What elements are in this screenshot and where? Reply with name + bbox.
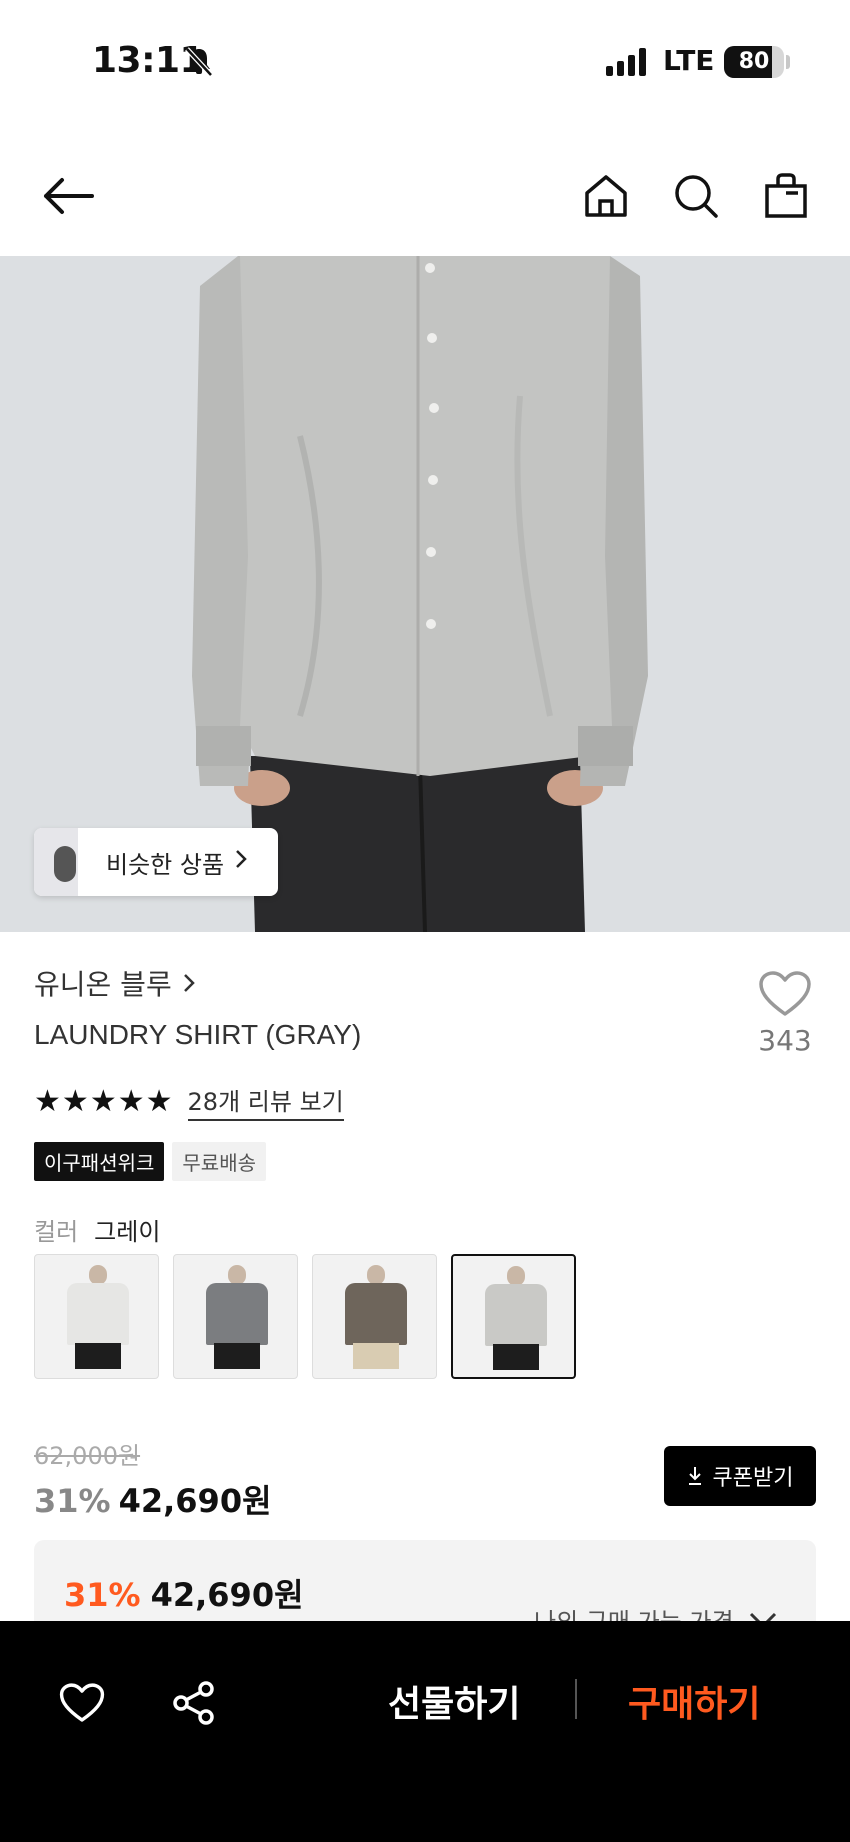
panel-price: 42,690원 — [150, 1576, 304, 1614]
heart-icon — [759, 971, 811, 1016]
network-type: LTE — [663, 44, 715, 77]
like-count: 343 — [758, 1024, 812, 1057]
similar-products-label: 비슷한 상품 — [106, 850, 225, 879]
color-swatch[interactable] — [34, 1254, 159, 1379]
discount-rate: 31% — [34, 1482, 111, 1520]
chevron-right-icon — [183, 974, 195, 992]
chevron-right-icon — [234, 848, 248, 876]
sale-price-row: 31% 42,690원 — [34, 1476, 272, 1522]
panel-discount: 31% — [64, 1576, 141, 1614]
top-nav — [0, 150, 850, 256]
brand-link[interactable]: 유니온 블루 — [34, 963, 196, 1003]
brand-name: 유니온 블루 — [34, 968, 172, 1001]
similar-thumbnail — [34, 828, 78, 896]
share-button[interactable] — [162, 1671, 226, 1735]
battery-icon: 80 — [724, 46, 784, 78]
home-icon — [585, 175, 627, 217]
original-price: 62,000원 — [34, 1442, 141, 1470]
my-price-row: 31% 42,690원 — [64, 1570, 304, 1616]
color-swatch[interactable] — [451, 1254, 576, 1379]
share-icon — [173, 1681, 214, 1725]
battery-cap — [786, 55, 790, 69]
like-button[interactable]: 343 — [754, 970, 816, 1090]
gift-button[interactable]: 선물하기 — [388, 1675, 520, 1727]
divider — [575, 1679, 577, 1719]
color-swatch[interactable] — [173, 1254, 298, 1379]
bottom-action-bar: 선물하기 구매하기 — [0, 1621, 850, 1842]
search-button[interactable] — [668, 168, 724, 224]
star-icon: ★ — [117, 1083, 145, 1119]
arrow-left-icon — [44, 178, 94, 214]
badge-list: 이구패션위크 무료배송 — [34, 1142, 267, 1181]
product-title: LAUNDRY SHIRT (GRAY) — [34, 1019, 362, 1050]
color-option-row: 컬러 그레이 — [34, 1212, 160, 1247]
color-swatches — [34, 1254, 576, 1379]
star-icon: ★ — [145, 1083, 173, 1119]
free-shipping-badge: 무료배송 — [172, 1142, 267, 1181]
home-button[interactable] — [578, 168, 634, 224]
heart-icon — [59, 1683, 105, 1722]
product-image[interactable]: 비슷한 상품 — [0, 256, 850, 932]
star-icon: ★ — [61, 1083, 89, 1119]
download-icon — [688, 1467, 701, 1485]
coupon-button[interactable]: 쿠폰받기 — [664, 1446, 816, 1506]
search-icon — [675, 175, 718, 218]
status-bar: 13:11 LTE 80 — [0, 0, 850, 130]
battery-level: 80 — [738, 49, 770, 74]
wishlist-button[interactable] — [50, 1671, 114, 1735]
rating: ★ ★ ★ ★ ★ 28개 리뷰 보기 — [34, 1082, 344, 1121]
sale-price: 42,690원 — [118, 1482, 272, 1520]
color-label: 컬러 — [34, 1218, 79, 1246]
review-link[interactable]: 28개 리뷰 보기 — [187, 1082, 344, 1121]
cart-button[interactable] — [758, 168, 814, 224]
coupon-label: 쿠폰받기 — [712, 1466, 794, 1491]
bell-muted-icon — [184, 46, 214, 82]
back-button[interactable] — [40, 168, 96, 224]
event-badge: 이구패션위크 — [34, 1142, 165, 1181]
shopping-bag-icon — [765, 173, 807, 218]
color-swatch[interactable] — [312, 1254, 437, 1379]
similar-products-button[interactable]: 비슷한 상품 — [34, 828, 278, 896]
star-icon: ★ — [89, 1083, 117, 1119]
star-icon: ★ — [34, 1083, 61, 1119]
buy-button[interactable]: 구매하기 — [628, 1675, 760, 1727]
color-value: 그레이 — [94, 1218, 161, 1246]
signal-icon — [606, 48, 650, 80]
